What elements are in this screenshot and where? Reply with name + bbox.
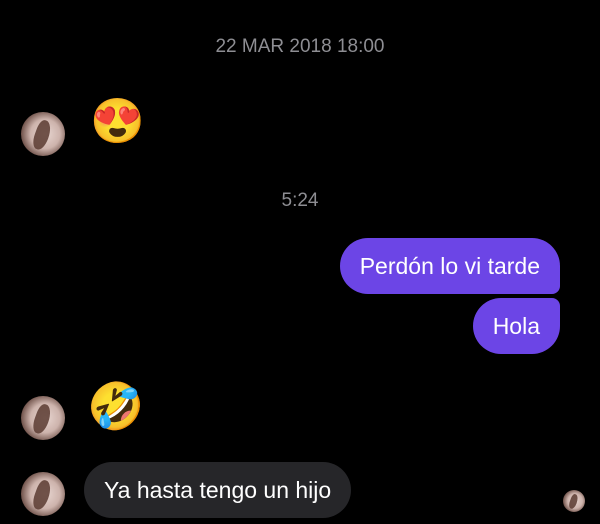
- sent-message-bubble[interactable]: Perdón lo vi tarde: [339, 238, 560, 294]
- message-text: Hola: [492, 312, 540, 339]
- timestamp-divider: 22 MAR 2018 18:00: [215, 36, 385, 57]
- contact-avatar[interactable]: [21, 112, 65, 156]
- seen-indicator-avatar: [563, 490, 585, 512]
- timestamp-divider: 5:24: [281, 190, 319, 211]
- contact-avatar[interactable]: [21, 396, 65, 440]
- message-text: Perdón lo vi tarde: [359, 252, 540, 279]
- heart-eyes-emoji-message[interactable]: 😍: [90, 100, 145, 144]
- message-text: Ya hasta tengo un hijo: [104, 476, 332, 503]
- contact-avatar[interactable]: [21, 472, 65, 516]
- sent-message-bubble[interactable]: Hola: [472, 298, 560, 354]
- rofl-emoji-message[interactable]: 🤣: [87, 383, 144, 429]
- received-message-bubble[interactable]: Ya hasta tengo un hijo: [84, 462, 352, 518]
